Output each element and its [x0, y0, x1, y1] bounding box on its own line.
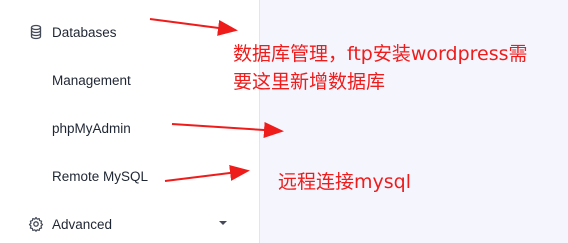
- sidebar-item-management-label: Management: [52, 72, 131, 88]
- annotation-line-2: 要这里新增数据库: [233, 71, 386, 93]
- annotation-databases-note: 数据库管理，ftp安装wordpress需 要这里新增数据库: [233, 40, 563, 96]
- database-icon: [28, 24, 44, 40]
- sidebar: Databases Management phpMyAdmin Remote M…: [0, 0, 259, 243]
- sidebar-item-advanced[interactable]: Advanced: [0, 209, 259, 239]
- annotation-remote-note: 远程连接mysql: [278, 171, 411, 193]
- sidebar-item-management[interactable]: Management: [0, 65, 259, 95]
- sidebar-item-databases-label: Databases: [52, 24, 117, 40]
- sidebar-item-phpmyadmin-label: phpMyAdmin: [52, 120, 131, 136]
- sidebar-item-advanced-label: Advanced: [52, 216, 113, 232]
- sidebar-item-remote-mysql[interactable]: Remote MySQL: [0, 161, 259, 191]
- sidebar-item-remote-mysql-label: Remote MySQL: [52, 168, 149, 184]
- chevron-down-icon[interactable]: [219, 221, 227, 225]
- gear-icon: [28, 216, 44, 232]
- sidebar-item-phpmyadmin[interactable]: phpMyAdmin: [0, 113, 259, 143]
- sidebar-item-databases[interactable]: Databases: [0, 17, 259, 47]
- main-content: [260, 0, 568, 243]
- annotation-line-1: 数据库管理，ftp安装wordpress需: [233, 43, 528, 65]
